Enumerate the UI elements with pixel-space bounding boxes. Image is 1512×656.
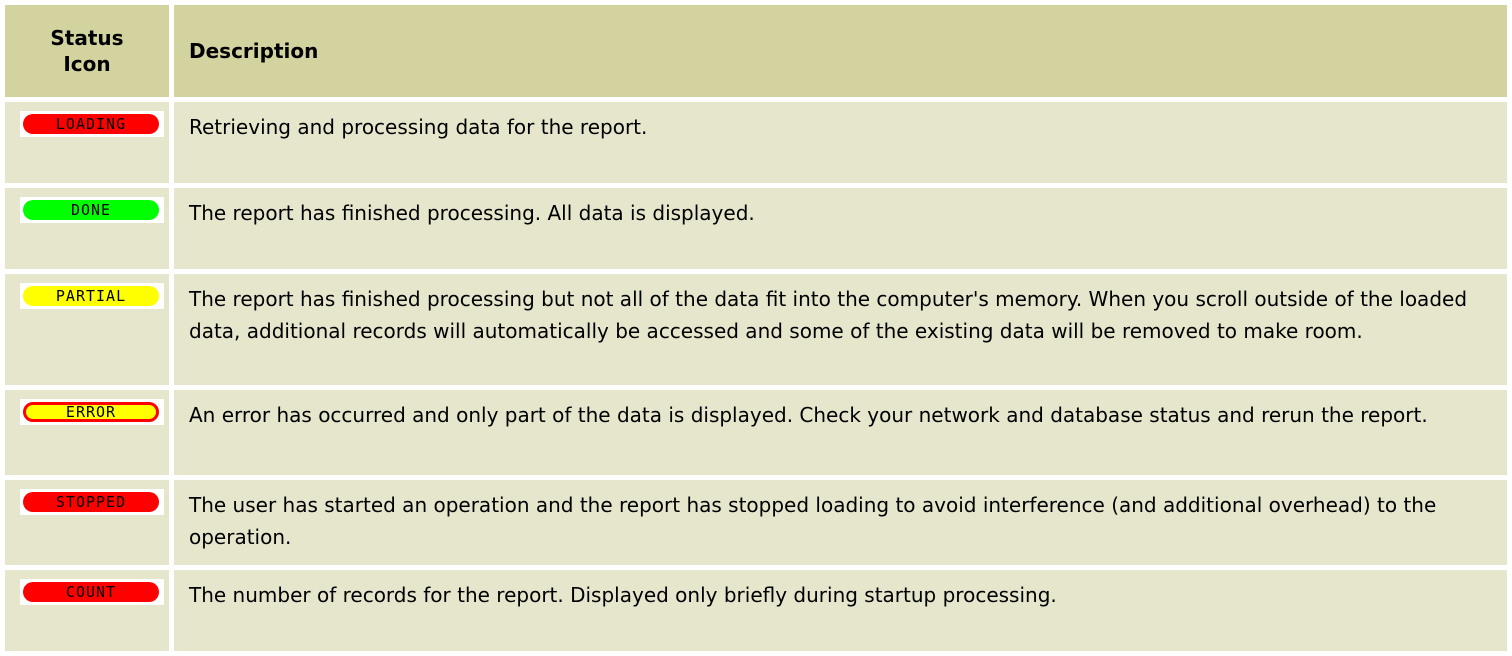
table-row: PARTIAL The report has finished processi… <box>5 274 1507 385</box>
status-description: The report has finished processing but n… <box>174 274 1507 385</box>
status-icon-table: Status Icon Description LOADING Retrievi… <box>0 0 1512 656</box>
status-error-icon: ERROR <box>20 399 164 425</box>
status-description: The report has finished processing. All … <box>174 188 1507 269</box>
status-icon-cell: LOADING <box>5 102 169 183</box>
status-icon-cell: STOPPED <box>5 480 169 565</box>
status-stopped-icon: STOPPED <box>20 489 164 515</box>
status-pill: STOPPED <box>23 492 159 512</box>
status-pill: LOADING <box>23 114 159 134</box>
status-description: Retrieving and processing data for the r… <box>174 102 1507 183</box>
status-icon-header-line1: Status <box>50 26 124 50</box>
status-loading-icon: LOADING <box>20 111 164 137</box>
status-icon-cell: COUNT <box>5 570 169 651</box>
status-icon-cell: PARTIAL <box>5 274 169 385</box>
status-partial-icon: PARTIAL <box>20 283 164 309</box>
description-column-header: Description <box>174 5 1507 97</box>
status-pill: DONE <box>23 200 159 220</box>
table-row: STOPPED The user has started an operatio… <box>5 480 1507 565</box>
table-row: COUNT The number of records for the repo… <box>5 570 1507 651</box>
status-description: The user has started an operation and th… <box>174 480 1507 565</box>
status-pill: ERROR <box>23 402 159 422</box>
table-row: ERROR An error has occurred and only par… <box>5 390 1507 475</box>
status-icon-column-header: Status Icon <box>5 5 169 97</box>
status-pill: COUNT <box>23 582 159 602</box>
status-icon-cell: DONE <box>5 188 169 269</box>
status-count-icon: COUNT <box>20 579 164 605</box>
status-icon-cell: ERROR <box>5 390 169 475</box>
status-pill: PARTIAL <box>23 286 159 306</box>
status-description: An error has occurred and only part of t… <box>174 390 1507 475</box>
table-row: LOADING Retrieving and processing data f… <box>5 102 1507 183</box>
table-header-row: Status Icon Description <box>5 5 1507 97</box>
status-icon-header-line2: Icon <box>63 52 111 76</box>
table-row: DONE The report has finished processing.… <box>5 188 1507 269</box>
status-description: The number of records for the report. Di… <box>174 570 1507 651</box>
status-done-icon: DONE <box>20 197 164 223</box>
